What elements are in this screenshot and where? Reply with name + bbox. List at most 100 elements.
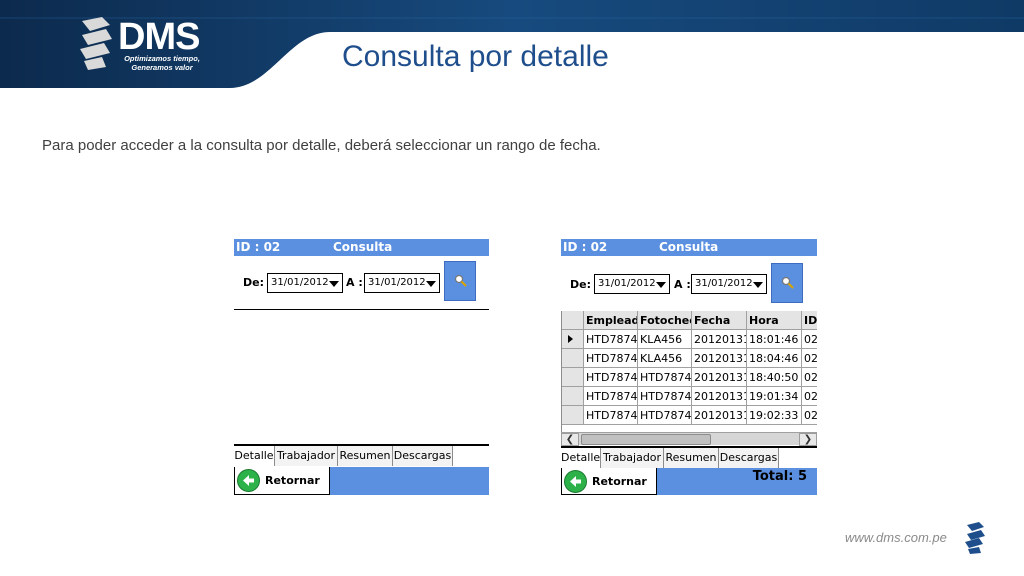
column-header[interactable]: ID bbox=[802, 311, 817, 330]
table-cell[interactable]: 20120131 bbox=[692, 387, 747, 406]
column-header[interactable]: Fotocheck bbox=[638, 311, 692, 330]
back-arrow-icon bbox=[237, 469, 260, 492]
table-cell[interactable]: HTD78748 bbox=[638, 387, 692, 406]
from-label: De: bbox=[570, 278, 591, 291]
return-button[interactable]: Retornar bbox=[234, 467, 330, 495]
table-cell[interactable]: KLA456 bbox=[638, 330, 692, 349]
table-cell[interactable]: 20120131 bbox=[692, 330, 747, 349]
data-grid: EmpleadoFotocheckFechaHoraIDHTD78748KLA4… bbox=[561, 311, 817, 433]
table-cell[interactable]: HTD78748 bbox=[638, 406, 692, 425]
to-label: A : bbox=[674, 278, 691, 291]
from-label: De: bbox=[243, 276, 264, 289]
table-cell[interactable]: 02 bbox=[802, 406, 817, 425]
to-date-select[interactable]: 31/01/2012 bbox=[364, 273, 440, 293]
tab-resumen[interactable]: Resumen bbox=[338, 446, 393, 466]
table-cell[interactable]: HTD78748 bbox=[584, 368, 638, 387]
current-row-icon bbox=[568, 335, 573, 343]
table-cell[interactable]: 20120131 bbox=[692, 368, 747, 387]
brand-tagline-1: Optimizamos tiempo, bbox=[124, 54, 200, 63]
table-cell[interactable]: KLA456 bbox=[638, 349, 692, 368]
row-header[interactable] bbox=[562, 387, 584, 406]
tab-bar: Detalle Trabajador Resumen Descargas bbox=[561, 446, 817, 468]
brand-name: DMS bbox=[118, 16, 200, 58]
table-cell[interactable]: 18:04:46 bbox=[747, 349, 802, 368]
from-date-select[interactable]: 31/01/2012 bbox=[594, 274, 670, 294]
row-header[interactable] bbox=[562, 330, 584, 349]
tab-trabajador[interactable]: Trabajador bbox=[275, 446, 338, 466]
tab-descargas[interactable]: Descargas bbox=[719, 448, 779, 468]
horizontal-scrollbar[interactable]: ❮ ❯ bbox=[561, 432, 817, 446]
slide-title: Consulta por detalle bbox=[342, 40, 609, 73]
table-cell[interactable]: 19:02:33 bbox=[747, 406, 802, 425]
bottom-bar: Retornar bbox=[234, 467, 489, 495]
device-id: ID : 02 bbox=[563, 240, 608, 254]
from-date-select[interactable]: 31/01/2012 bbox=[267, 273, 343, 293]
column-header[interactable]: Fecha bbox=[692, 311, 747, 330]
table-cell[interactable]: HTD78748 bbox=[584, 387, 638, 406]
right-app-window: ID : 02 Consulta De: 31/01/2012 A : 31/0… bbox=[561, 239, 817, 495]
chevron-down-icon bbox=[656, 282, 666, 288]
return-label: Retornar bbox=[265, 474, 320, 487]
tab-resumen[interactable]: Resumen bbox=[664, 448, 719, 468]
table-cell[interactable]: 19:01:34 bbox=[747, 387, 802, 406]
table-cell[interactable]: HTD78748 bbox=[584, 330, 638, 349]
table-cell[interactable]: 02 bbox=[802, 349, 817, 368]
app-header: ID : 02 Consulta bbox=[234, 239, 489, 256]
bottom-bar: Retornar Total: 5 bbox=[561, 468, 817, 495]
chevron-down-icon bbox=[329, 281, 339, 287]
scroll-left-icon[interactable]: ❮ bbox=[561, 433, 579, 446]
row-header[interactable] bbox=[562, 406, 584, 425]
filter-divider bbox=[234, 309, 489, 310]
chevron-down-icon bbox=[426, 281, 436, 287]
search-icon bbox=[454, 274, 467, 287]
tab-bar: Detalle Trabajador Resumen Descargas bbox=[234, 444, 489, 466]
chevron-down-icon bbox=[753, 282, 763, 288]
total-count: Total: 5 bbox=[752, 469, 807, 484]
device-id: ID : 02 bbox=[236, 240, 281, 254]
table-cell[interactable]: 02 bbox=[802, 368, 817, 387]
to-label: A : bbox=[346, 276, 363, 289]
slide: DMS Optimizamos tiempo, Generamos valor … bbox=[0, 0, 1024, 576]
slide-body: Para poder acceder a la consulta por det… bbox=[42, 137, 601, 154]
left-app-window: ID : 02 Consulta De: 31/01/2012 A : 31/0… bbox=[234, 239, 489, 495]
app-title: Consulta bbox=[659, 240, 719, 254]
table-cell[interactable]: 18:01:46 bbox=[747, 330, 802, 349]
app-title: Consulta bbox=[333, 240, 393, 254]
to-date-select[interactable]: 31/01/2012 bbox=[691, 274, 767, 294]
grid-corner bbox=[562, 311, 584, 330]
row-header[interactable] bbox=[562, 349, 584, 368]
tab-descargas[interactable]: Descargas bbox=[393, 446, 453, 466]
app-header: ID : 02 Consulta bbox=[561, 239, 817, 256]
footer-url[interactable]: www.dms.com.pe bbox=[845, 530, 947, 545]
table-cell[interactable]: 02 bbox=[802, 330, 817, 349]
to-date-value: 31/01/2012 bbox=[695, 278, 753, 289]
dms-logo-icon bbox=[80, 17, 112, 70]
from-date-value: 31/01/2012 bbox=[271, 277, 329, 288]
search-button[interactable] bbox=[444, 261, 476, 301]
table-cell[interactable]: 20120131 bbox=[692, 349, 747, 368]
table-cell[interactable]: 02 bbox=[802, 387, 817, 406]
to-date-value: 31/01/2012 bbox=[368, 277, 426, 288]
table-cell[interactable]: HTD78748 bbox=[584, 406, 638, 425]
row-header[interactable] bbox=[562, 368, 584, 387]
brand-tagline: Optimizamos tiempo, Generamos valor bbox=[120, 54, 204, 72]
table-cell[interactable]: 20120131 bbox=[692, 406, 747, 425]
column-header[interactable]: Empleado bbox=[584, 311, 638, 330]
table-cell[interactable]: HTD78748 bbox=[584, 349, 638, 368]
back-arrow-icon bbox=[564, 470, 587, 493]
tab-trabajador[interactable]: Trabajador bbox=[601, 448, 664, 468]
scroll-thumb[interactable] bbox=[581, 434, 711, 445]
tab-detalle[interactable]: Detalle bbox=[561, 448, 601, 468]
search-icon bbox=[781, 276, 794, 289]
brand-tagline-2: Generamos valor bbox=[131, 63, 193, 72]
scroll-right-icon[interactable]: ❯ bbox=[799, 433, 817, 446]
table-cell[interactable]: HTD78748 bbox=[638, 368, 692, 387]
column-header[interactable]: Hora bbox=[747, 311, 802, 330]
dms-logo-icon bbox=[965, 522, 985, 554]
table-cell[interactable]: 18:40:50 bbox=[747, 368, 802, 387]
tab-detalle[interactable]: Detalle bbox=[234, 446, 275, 466]
return-button[interactable]: Retornar bbox=[561, 468, 657, 495]
search-button[interactable] bbox=[771, 263, 803, 303]
from-date-value: 31/01/2012 bbox=[598, 278, 656, 289]
return-label: Retornar bbox=[592, 475, 647, 488]
